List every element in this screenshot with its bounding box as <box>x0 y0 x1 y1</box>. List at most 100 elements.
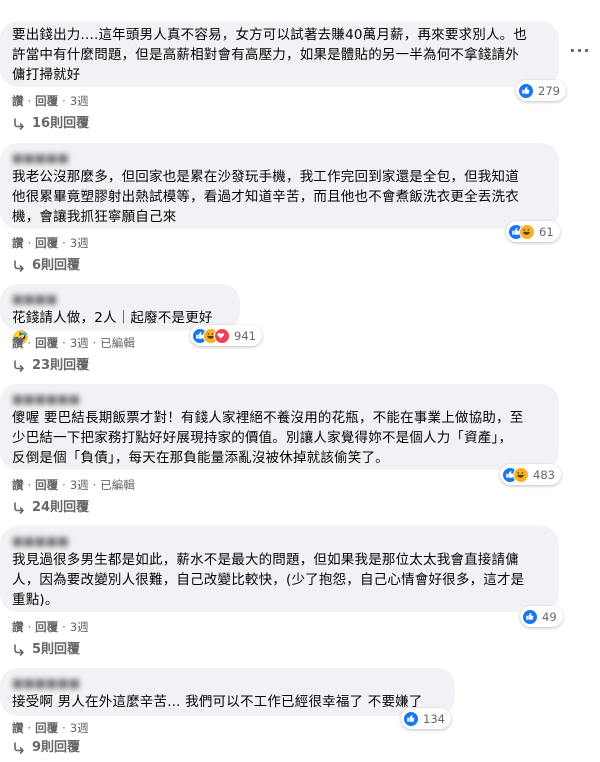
reaction-summary[interactable]: 483 <box>500 464 561 485</box>
comment-actions: 讚 · 回覆 · 3週 <box>12 719 89 735</box>
reaction-count: 941 <box>234 328 256 343</box>
like-action[interactable]: 讚 <box>12 335 24 351</box>
comment-author[interactable]: ■■■■■■ <box>12 392 547 406</box>
comment-text: 我見過很多男生都是如此，薪水不是最大的問題，但如果我是那位太太我會直接請傭 人，… <box>12 550 547 610</box>
comment-bubble: ■■■■■■ 接受啊 男人在外這麼辛苦... 我們可以不工作已經很幸福了 不要嫌… <box>0 668 455 716</box>
view-replies-link[interactable]: 24則回覆 <box>12 498 89 518</box>
separator: · <box>92 335 97 350</box>
separator: · <box>27 335 32 350</box>
separator: · <box>62 477 66 492</box>
comment-actions: 讚 · 回覆 · 3週 <box>12 618 89 634</box>
reply-arrow-icon <box>14 643 24 656</box>
reply-action[interactable]: 回覆 <box>35 619 58 635</box>
more-options-icon: ··· <box>569 40 591 60</box>
replies-count: 5則回覆 <box>32 642 81 657</box>
comment-actions: 讚 · 回覆 · 3週 · 已編輯 <box>12 334 135 350</box>
timestamp[interactable]: 3週 <box>70 720 89 736</box>
comment-line: 我見過很多男生都是如此，薪水不是最大的問題，但如果我是那位太太我會直接請傭 <box>12 552 519 568</box>
comment-author[interactable]: ■■■■■ <box>12 151 547 165</box>
haha-icon <box>513 466 529 483</box>
comment-line: 傻喔 要巴結長期飯票才對！有錢人家裡絕不養沒用的花瓶，不能在事業上做協助，至 <box>12 410 524 426</box>
reaction-count: 61 <box>539 224 554 239</box>
replies-count: 23則回覆 <box>32 358 90 373</box>
comment-actions: 讚 · 回覆 · 3週 · 已編輯 <box>12 476 135 492</box>
separator: · <box>62 720 66 735</box>
reply-arrow-icon <box>14 259 24 272</box>
haha-icon <box>519 223 535 240</box>
comment-bubble: 要出錢出力....這年頭男人真不容易，女方可以試著去賺40萬月薪，再來要求別人。… <box>0 21 559 87</box>
replies-count: 24則回覆 <box>32 500 90 515</box>
reaction-count: 279 <box>538 83 560 98</box>
comment-author[interactable]: ■■■■■ <box>12 534 547 548</box>
like-action[interactable]: 讚 <box>12 235 24 251</box>
reply-action[interactable]: 回覆 <box>35 93 58 109</box>
separator: · <box>62 93 66 108</box>
reply-action[interactable]: 回覆 <box>35 335 58 351</box>
reaction-summary[interactable]: 61 <box>506 221 560 242</box>
comment-text: 我老公沒那麼多，但回家也是累在沙發玩手機，我工作完回到家還是全包，但我知道 他很… <box>12 167 547 227</box>
reply-arrow-icon <box>14 117 24 130</box>
view-replies-link[interactable]: 5則回覆 <box>12 640 80 660</box>
reaction-count: 49 <box>542 609 557 624</box>
separator: · <box>62 335 66 350</box>
timestamp[interactable]: 3週 <box>70 477 89 493</box>
reaction-summary[interactable]: 279 <box>516 80 566 101</box>
reaction-summary[interactable]: 941 <box>190 325 262 346</box>
like-icon <box>518 82 534 99</box>
separator: · <box>27 720 32 735</box>
replies-count: 16則回覆 <box>32 116 90 131</box>
view-replies-link[interactable]: 6則回覆 <box>12 256 80 276</box>
comment-line: 人，因為要改變別人很難，自己改變比較快，(少了抱怨，自己心情會好很多，這才是 <box>12 572 525 588</box>
separator: · <box>27 477 32 492</box>
comment-line: 許當中有什麼問題，但是高薪相對會有高壓力，如果是體貼的另一半為何不拿錢請外 <box>12 47 519 63</box>
comment-actions: 讚 · 回覆 · 3週 <box>12 92 89 108</box>
replies-count: 6則回覆 <box>32 258 81 273</box>
comment-line: 接受啊 男人在外這麼辛苦... 我們可以不工作已經很幸福了 不要嫌了 <box>12 694 423 710</box>
more-options-button[interactable]: ··· <box>568 38 592 62</box>
comment-text: 接受啊 男人在外這麼辛苦... 我們可以不工作已經很幸福了 不要嫌了 <box>12 692 443 712</box>
comment-line: 少巴結一下把家務打點好好展現持家的價值。別讓人家覺得妳不是個人力「資產」， <box>12 430 513 446</box>
love-icon <box>214 327 230 344</box>
like-action[interactable]: 讚 <box>12 93 24 109</box>
reply-arrow-icon <box>14 741 24 754</box>
comment-author[interactable]: ■■■■ <box>12 292 228 306</box>
like-icon <box>403 710 419 727</box>
comment-line: 機，會讓我抓狂寧願自己來 <box>12 209 177 225</box>
comment-line: 傭打掃就好 <box>12 67 81 83</box>
like-action[interactable]: 讚 <box>12 619 24 635</box>
separator: · <box>27 235 32 250</box>
timestamp[interactable]: 3週 <box>70 619 89 635</box>
reply-arrow-icon <box>14 359 24 372</box>
comment-line: 要出錢出力....這年頭男人真不容易，女方可以試著去賺40萬月薪，再來要求別人。… <box>12 27 528 43</box>
comment-text: 要出錢出力....這年頭男人真不容易，女方可以試著去賺40萬月薪，再來要求別人。… <box>12 25 547 85</box>
view-replies-link[interactable]: 16則回覆 <box>12 114 89 134</box>
separator: · <box>92 477 97 492</box>
comment-text: 傻喔 要巴結長期飯票才對！有錢人家裡絕不養沒用的花瓶，不能在事業上做協助，至 少… <box>12 408 547 468</box>
reply-action[interactable]: 回覆 <box>35 477 58 493</box>
edited-label: 已編輯 <box>100 477 135 492</box>
comment-line: 他很累畢竟塑膠射出熱試模等，看過才知道辛苦，而且他也不會煮飯洗衣更全丟洗衣 <box>12 189 519 205</box>
view-replies-link[interactable]: 23則回覆 <box>12 356 89 376</box>
reply-action[interactable]: 回覆 <box>35 720 58 736</box>
timestamp[interactable]: 3週 <box>70 335 89 351</box>
replies-count: 9則回覆 <box>32 740 81 755</box>
separator: · <box>27 619 32 634</box>
separator: · <box>27 93 32 108</box>
comment-actions: 讚 · 回覆 · 3週 <box>12 234 89 250</box>
reaction-summary[interactable]: 134 <box>401 708 451 729</box>
comment-line: 重點)。 <box>12 592 59 608</box>
comment-author[interactable]: ■■■■■■ <box>12 676 443 690</box>
like-action[interactable]: 讚 <box>12 720 24 736</box>
timestamp[interactable]: 3週 <box>70 235 89 251</box>
reaction-summary[interactable]: 49 <box>520 606 563 627</box>
edited-label: 已編輯 <box>100 335 135 350</box>
timestamp[interactable]: 3週 <box>70 93 89 109</box>
comment-bubble: ■■■■ 花錢請人做，2人｜起廢不是更好🤣 <box>0 284 240 346</box>
comment-feed: ··· 要出錢出力....這年頭男人真不容易，女方可以試著去賺40萬月薪，再來要… <box>0 0 600 762</box>
view-replies-link[interactable]: 9則回覆 <box>12 738 80 758</box>
like-action[interactable]: 讚 <box>12 477 24 493</box>
comment-line: 反倒是個「負債」，每天在那負能量添亂沒被休掉就該偷笑了。 <box>12 450 389 466</box>
reply-action[interactable]: 回覆 <box>35 235 58 251</box>
like-icon <box>522 608 538 625</box>
reaction-count: 483 <box>533 467 555 482</box>
